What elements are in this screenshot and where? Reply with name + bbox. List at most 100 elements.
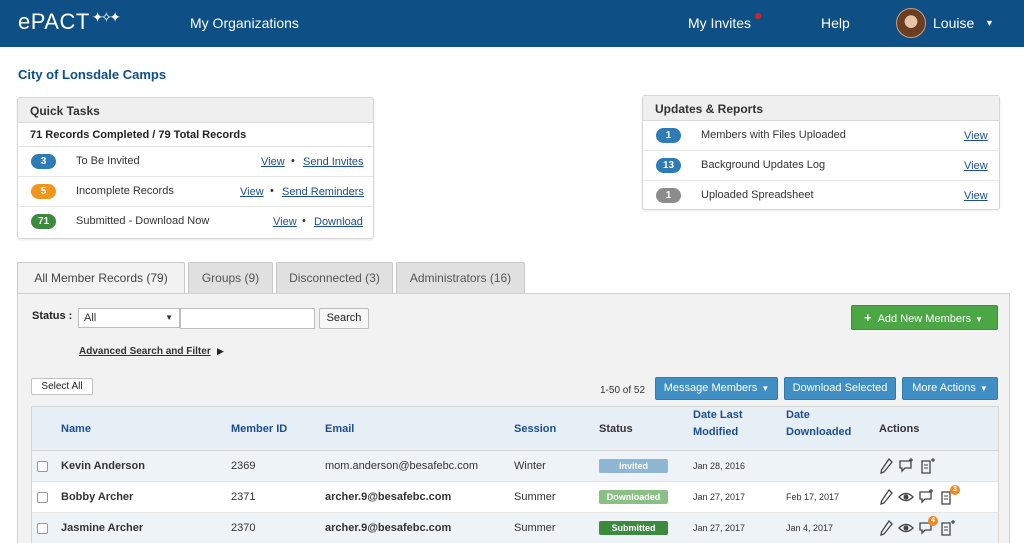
status-badge: Downloaded (599, 490, 668, 504)
edit-pencil-icon[interactable] (878, 488, 894, 506)
tab-administrators[interactable]: Administrators (16) (396, 262, 525, 293)
pagination-info: 1-50 of 52 (600, 385, 646, 396)
search-input[interactable] (180, 308, 315, 329)
send-reminders-link[interactable]: Send Reminders (282, 186, 364, 198)
add-document-icon[interactable] (940, 519, 956, 537)
logo-text: ePACT (18, 9, 90, 34)
col-header-date-modified[interactable]: Date Last Modified (693, 407, 743, 441)
col-header-member-id[interactable]: Member ID (231, 421, 287, 438)
col-header-status: Status (599, 423, 633, 435)
status-filter-label: Status : (32, 310, 73, 322)
col-header-date-modified-line1: Date Last (693, 409, 743, 421)
col-header-session[interactable]: Session (514, 421, 556, 438)
member-records-panel: Status : All ▼ Search Advanced Search an… (17, 293, 1010, 543)
send-invites-link[interactable]: Send Invites (303, 156, 364, 168)
records-summary: 71 Records Completed / 79 Total Records (18, 123, 373, 147)
member-email: archer.9@besafebc.com (325, 491, 452, 503)
member-session: Summer (514, 522, 556, 534)
task-row-to-be-invited: 3 To Be Invited View • Send Invites (18, 147, 373, 177)
notification-count-badge: 4 (928, 516, 938, 526)
member-session: Winter (514, 460, 546, 472)
notification-count-badge: 3 (950, 485, 960, 495)
count-badge: 1 (656, 128, 681, 143)
separator-dot: • (302, 215, 306, 227)
tab-groups[interactable]: Groups (9) (188, 262, 273, 293)
nav-my-invites[interactable]: My Invites (688, 15, 751, 31)
chevron-down-icon: ▼ (761, 384, 770, 393)
eye-icon[interactable] (898, 488, 914, 506)
more-actions-label: More Actions (912, 382, 976, 394)
download-selected-button[interactable]: Download Selected (784, 377, 896, 400)
quick-tasks-title: Quick Tasks (18, 98, 373, 123)
task-label: Incomplete Records (76, 185, 174, 197)
invite-notification-dot-icon (755, 13, 761, 19)
message-bubble-icon[interactable] (918, 488, 934, 506)
member-session: Summer (514, 491, 556, 503)
add-new-members-button[interactable]: + Add New Members ▼ (851, 305, 998, 330)
top-navbar: ePACT ✦✧✦ My Organizations My Invites Hel… (0, 0, 1024, 47)
date-modified: Jan 27, 2017 (693, 523, 746, 533)
add-document-icon[interactable] (920, 457, 936, 475)
edit-pencil-icon[interactable] (878, 519, 894, 537)
count-badge: 1 (656, 188, 681, 203)
member-name[interactable]: Bobby Archer (61, 491, 133, 503)
expand-arrow-icon[interactable]: ▶ (217, 346, 224, 357)
view-link[interactable]: View (273, 216, 297, 228)
chevron-down-icon: ▼ (165, 313, 173, 322)
task-label: To Be Invited (76, 155, 140, 167)
message-bubble-icon[interactable] (898, 457, 914, 475)
col-header-date-downloaded[interactable]: Date Downloaded (786, 407, 851, 441)
nav-help[interactable]: Help (821, 15, 850, 31)
edit-pencil-icon[interactable] (878, 457, 894, 475)
report-label: Members with Files Uploaded (701, 129, 846, 141)
search-button[interactable]: Search (319, 308, 369, 329)
logo-stars-icon: ✦✧✦ (91, 9, 121, 25)
row-checkbox[interactable] (37, 492, 48, 503)
view-link[interactable]: View (261, 156, 285, 168)
report-label: Uploaded Spreadsheet (701, 189, 814, 201)
nav-user-name[interactable]: Louise (933, 15, 974, 31)
message-members-button[interactable]: Message Members ▼ (655, 377, 778, 400)
status-select-value: All (84, 312, 97, 324)
col-header-email[interactable]: Email (325, 421, 354, 438)
member-name[interactable]: Kevin Anderson (61, 460, 145, 472)
date-modified: Jan 27, 2017 (693, 492, 746, 502)
download-link[interactable]: Download (314, 216, 363, 228)
select-all-button[interactable]: Select All (31, 378, 93, 395)
report-row-spreadsheet: 1 Uploaded Spreadsheet View (643, 181, 999, 211)
table-header: Name Member ID Email Session Status Date… (32, 407, 998, 451)
member-id: 2371 (231, 491, 256, 503)
tab-disconnected[interactable]: Disconnected (3) (276, 262, 393, 293)
col-header-date-modified-line2: Modified (693, 426, 739, 438)
nav-my-organizations[interactable]: My Organizations (190, 15, 299, 31)
col-header-date-downloaded-line1: Date (786, 409, 810, 421)
view-link[interactable]: View (964, 160, 988, 172)
separator-dot: • (270, 185, 274, 197)
date-modified: Jan 28, 2016 (693, 461, 746, 471)
view-link[interactable]: View (964, 130, 988, 142)
eye-icon[interactable] (898, 519, 914, 537)
updates-reports-title: Updates & Reports (643, 96, 999, 121)
view-link[interactable]: View (964, 190, 988, 202)
epact-logo[interactable]: ePACT ✦✧✦ (18, 9, 121, 35)
task-row-incomplete: 5 Incomplete Records View • Send Reminde… (18, 177, 373, 207)
organization-title: City of Lonsdale Camps (18, 67, 167, 82)
tab-all-member-records[interactable]: All Member Records (79) (17, 262, 185, 294)
more-actions-button[interactable]: More Actions ▼ (902, 377, 998, 400)
member-name[interactable]: Jasmine Archer (61, 522, 143, 534)
date-downloaded: Jan 4, 2017 (786, 523, 834, 533)
user-menu-caret-icon[interactable]: ▼ (985, 18, 994, 28)
user-avatar[interactable] (896, 8, 926, 38)
row-checkbox[interactable] (37, 523, 48, 534)
count-badge: 13 (656, 158, 681, 173)
col-header-name[interactable]: Name (61, 421, 91, 438)
quick-tasks-panel: Quick Tasks 71 Records Completed / 79 To… (17, 97, 374, 239)
view-link[interactable]: View (240, 186, 264, 198)
message-members-label: Message Members (663, 382, 758, 394)
advanced-search-link[interactable]: Advanced Search and Filter (79, 346, 211, 357)
status-select[interactable]: All ▼ (78, 308, 180, 328)
status-badge: Invited (599, 459, 668, 473)
members-table: Name Member ID Email Session Status Date… (31, 406, 999, 543)
row-checkbox[interactable] (37, 461, 48, 472)
report-row-files-uploaded: 1 Members with Files Uploaded View (643, 121, 999, 151)
